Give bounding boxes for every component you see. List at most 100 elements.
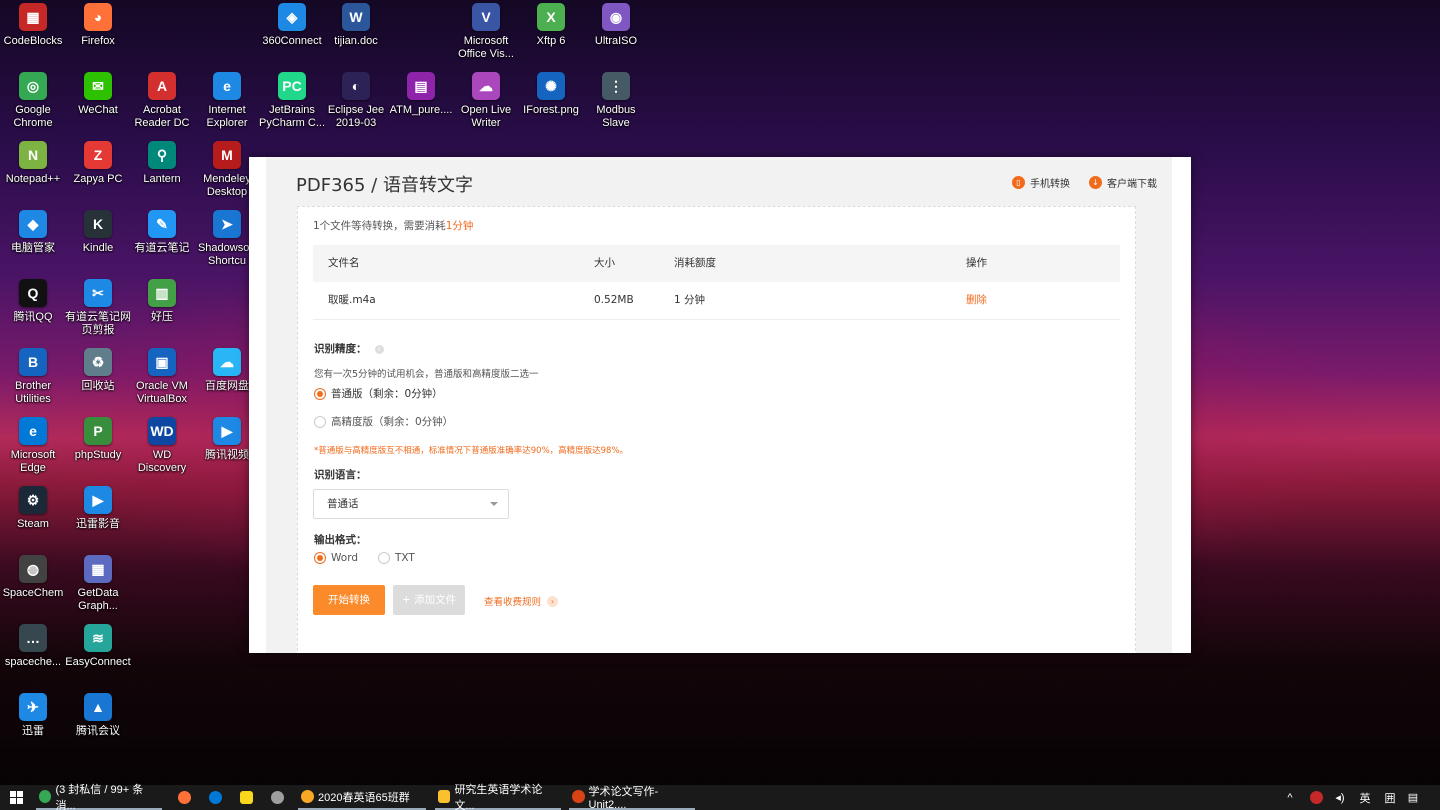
language-select[interactable]: 普通话 (313, 489, 509, 519)
desktop-icon[interactable]: ▶ 迅雷影音 (65, 483, 131, 531)
desktop-icon[interactable]: Wtijian.doc (323, 0, 389, 48)
taskbar-snipping-tool[interactable] (268, 785, 286, 810)
tray-overflow-button[interactable]: ^ (1283, 785, 1297, 810)
delete-button[interactable]: 删除 (966, 282, 987, 319)
phpstudy-icon: P (84, 417, 112, 445)
easyconnect-icon: ≋ (84, 624, 112, 652)
pricing-rules-link[interactable]: 查看收费规则 › (484, 594, 559, 608)
desktop-icon[interactable]: ♻ 回收站 (65, 345, 131, 393)
desktop-icon[interactable]: A Acrobat Reader DC (129, 69, 195, 130)
desktop-icon-label: SpaceChem (2, 587, 64, 599)
client-download-link[interactable]: ↓ 客户端下载 (1089, 175, 1157, 190)
format-word-option[interactable]: Word (314, 552, 358, 564)
desktop-icon[interactable]: ▥ 好压 (129, 276, 195, 324)
shadowsocks-icon: ➤ (213, 210, 241, 238)
modbus-icon: ⋮ (602, 72, 630, 100)
desktop-icon-label: Steam (17, 518, 49, 530)
desktop-icon[interactable]: ✈ 迅雷 (0, 690, 66, 738)
desktop-icon[interactable]: ◍ SpaceChem (0, 552, 66, 600)
desktop-icon[interactable]: X Xftp 6 (518, 0, 584, 48)
col-filename: 文件名 (328, 257, 360, 269)
radio-high[interactable] (314, 415, 326, 428)
title-separator: / (371, 175, 378, 196)
desktop-icon[interactable]: ◈ 360Connect (259, 0, 325, 48)
desktop-icon[interactable]: … spaceche... (0, 621, 66, 669)
desktop-icon[interactable]: ⚲ Lantern (129, 138, 195, 186)
desktop-icon[interactable]: PC JetBrains PyCharm C... (259, 69, 325, 130)
taskbar-edge[interactable] (206, 785, 224, 810)
desktop-icon[interactable]: ◎ Google Chrome (0, 69, 66, 130)
desktop-icon[interactable]: ✺ IForest.png (518, 69, 584, 117)
desktop-icon[interactable]: ◐ Eclipse Jee 2019-03 (323, 69, 389, 130)
visio-icon: V (472, 3, 500, 31)
pycharm-icon: PC (278, 72, 306, 100)
desktop-icon[interactable]: ≋ EasyConnect (65, 621, 131, 669)
radio-txt[interactable] (378, 552, 390, 564)
desktop-icon[interactable]: V Microsoft Office Vis... (453, 0, 519, 61)
precision-high-option[interactable]: 高精度版（剩余：0分钟） (314, 414, 453, 429)
info-icon[interactable]: i (374, 344, 384, 354)
haozip-icon: ▥ (148, 279, 176, 307)
desktop-icon[interactable]: ▦ CodeBlocks (0, 0, 66, 48)
taskbar: (3 封私信 / 99+ 条消... 2020春英语65班群 研究生英语学术论文… (0, 784, 1440, 810)
desktop-icon[interactable]: ⚙ Steam (0, 483, 66, 531)
edge-icon: e (19, 417, 47, 445)
chevron-down-icon (490, 502, 498, 506)
desktop-icon[interactable]: ◕ Firefox (65, 0, 131, 48)
ie-icon: e (213, 72, 241, 100)
desktop-icon[interactable]: B Brother Utilities (0, 345, 66, 406)
mobile-convert-link[interactable]: ▯ 手机转换 (1012, 175, 1070, 190)
file-table: 文件名 大小 消耗额度 操作 取暖.m4a 0.52MB 1 分钟 删除 (313, 245, 1120, 320)
desktop-icon[interactable]: ✎ 有道云笔记 (129, 207, 195, 255)
desktop-icon[interactable]: K Kindle (65, 207, 131, 255)
format-label: 输出格式： (314, 534, 367, 546)
precision-standard-option[interactable]: 普通版（剩余：0分钟） (314, 386, 443, 401)
tray-volume[interactable]: ◂) (1332, 785, 1348, 810)
taskbar-task-ppt[interactable]: 学术论文写作-Unit2.... (569, 785, 695, 810)
codeblocks-icon: ▦ (19, 3, 47, 31)
taskbar-sticky-notes[interactable] (237, 785, 255, 810)
taskbar-firefox[interactable] (175, 785, 193, 810)
desktop-icon[interactable]: ◆ 电脑管家 (0, 207, 66, 255)
desktop-icon[interactable]: ✂ 有道云笔记网页剪报 (65, 276, 131, 337)
radio-standard[interactable] (314, 387, 326, 400)
format-txt-option[interactable]: TXT (378, 552, 415, 564)
desktop-icon[interactable]: ☁ Open Live Writer (453, 69, 519, 130)
start-button[interactable] (6, 785, 26, 810)
desktop-icon[interactable]: e Internet Explorer (194, 69, 260, 130)
taskbar-task-chrome[interactable]: (3 封私信 / 99+ 条消... (36, 784, 162, 810)
desktop-icon[interactable]: ⋮ Modbus Slave (583, 69, 649, 130)
desktop-icon-label: Xftp 6 (536, 35, 566, 47)
start-convert-button[interactable]: 开始转换 (313, 585, 385, 615)
action-center-button[interactable]: ▤ (1404, 785, 1422, 810)
desktop-icon[interactable]: ▦ GetData Graph... (65, 552, 131, 613)
desktop-icon[interactable]: ▲ 腾讯会议 (65, 690, 131, 738)
add-file-button[interactable]: + 添加文件 (393, 585, 465, 615)
firefox-icon (177, 791, 191, 804)
ime-mode[interactable]: 囲 (1381, 785, 1399, 810)
radio-word[interactable] (314, 552, 326, 564)
desktop-icon[interactable]: ▤ ATM_pure.... (388, 69, 454, 117)
brand-name[interactable]: PDF365 (296, 175, 365, 196)
qq-icon: Q (19, 279, 47, 307)
desktop-icon[interactable]: Z Zapya PC (65, 138, 131, 186)
youdao-note-icon: ✎ (148, 210, 176, 238)
360connect-icon: ◈ (278, 3, 306, 31)
desktop-icon[interactable]: N Notepad++ (0, 138, 66, 186)
desktop-icon[interactable]: PphpStudy (65, 414, 131, 462)
desktop-icon[interactable]: ▣ Oracle VM VirtualBox (129, 345, 195, 406)
desktop-icon-label: 好压 (151, 311, 173, 323)
taskbar-task-folder[interactable]: 研究生英语学术论文... (435, 784, 561, 810)
taskbar-task-qq-group[interactable]: 2020春英语65班群 (298, 785, 426, 810)
tray-app[interactable] (1308, 785, 1324, 810)
desktop-icon[interactable]: Q 腾讯QQ (0, 276, 66, 324)
desktop-icon[interactable]: WD WD Discovery (129, 414, 195, 475)
table-row: 取暖.m4a 0.52MB 1 分钟 删除 (313, 282, 1120, 320)
desktop-icon[interactable]: ◉ UltraISO (583, 0, 649, 48)
ime-language[interactable]: 英 (1356, 785, 1374, 810)
desktop-icon-label: WD Discovery (137, 449, 187, 474)
precision-high-label: 高精度版（剩余：0分钟） (331, 416, 454, 428)
desktop-icon[interactable]: e Microsoft Edge (0, 414, 66, 475)
desktop-icon[interactable]: ✉ WeChat (65, 69, 131, 117)
desktop-icon-label: Oracle VM VirtualBox (136, 380, 188, 405)
